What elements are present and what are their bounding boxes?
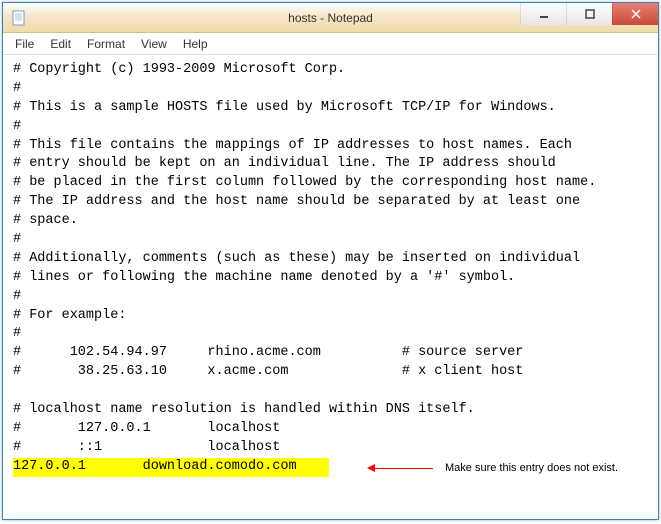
- file-line: # lines or following the machine name de…: [13, 270, 515, 285]
- file-line: #: [13, 119, 21, 134]
- file-line: # This is a sample HOSTS file used by Mi…: [13, 100, 556, 115]
- file-line: # The IP address and the host name shoul…: [13, 194, 580, 209]
- file-line: #: [13, 326, 21, 341]
- file-line: # 38.25.63.10 x.acme.com # x client host: [13, 364, 523, 379]
- annotation: Make sure this entry does not exist.: [373, 461, 618, 476]
- window-title: hosts - Notepad: [288, 11, 373, 25]
- arrow-icon: [373, 468, 433, 469]
- file-line: # ::1 localhost: [13, 440, 280, 455]
- maximize-button[interactable]: [566, 3, 612, 25]
- close-button[interactable]: [612, 3, 658, 25]
- menu-edit[interactable]: Edit: [42, 35, 79, 53]
- file-line: # Additionally, comments (such as these)…: [13, 251, 580, 266]
- file-line: # entry should be kept on an individual …: [13, 156, 556, 171]
- titlebar: hosts - Notepad: [3, 3, 658, 33]
- text-editor-content[interactable]: # Copyright (c) 1993-2009 Microsoft Corp…: [3, 55, 658, 519]
- file-line: # 127.0.0.1 localhost: [13, 421, 280, 436]
- file-line: # localhost name resolution is handled w…: [13, 402, 475, 417]
- menu-help[interactable]: Help: [175, 35, 216, 53]
- file-line: # For example:: [13, 308, 126, 323]
- menu-view[interactable]: View: [133, 35, 175, 53]
- file-line: #: [13, 232, 21, 247]
- file-line: # Copyright (c) 1993-2009 Microsoft Corp…: [13, 62, 345, 77]
- menubar: File Edit Format View Help: [3, 33, 658, 55]
- notepad-window: hosts - Notepad File Edit Format View He…: [2, 2, 659, 520]
- window-controls: [520, 3, 658, 25]
- menu-format[interactable]: Format: [79, 35, 133, 53]
- highlighted-entry: 127.0.0.1 download.comodo.com: [13, 458, 329, 477]
- file-line: #: [13, 81, 21, 96]
- highlighted-entry-row: 127.0.0.1 download.comodo.com Make sure …: [13, 459, 329, 474]
- file-line: # be placed in the first column followed…: [13, 175, 596, 190]
- minimize-button[interactable]: [520, 3, 566, 25]
- file-line: # 102.54.94.97 rhino.acme.com # source s…: [13, 345, 523, 360]
- file-line: # space.: [13, 213, 78, 228]
- file-line: # This file contains the mappings of IP …: [13, 138, 572, 153]
- annotation-text: Make sure this entry does not exist.: [445, 461, 618, 476]
- menu-file[interactable]: File: [7, 35, 42, 53]
- notepad-icon: [11, 10, 27, 26]
- file-line: #: [13, 289, 21, 304]
